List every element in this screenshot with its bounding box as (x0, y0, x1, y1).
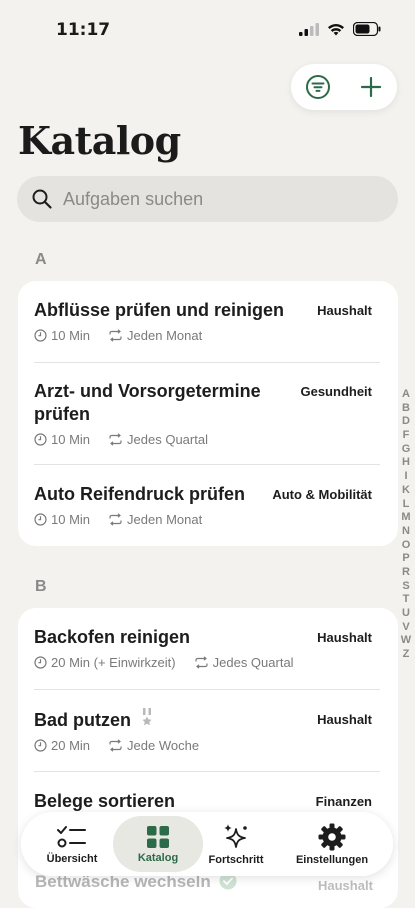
index-letter[interactable]: O (399, 539, 413, 553)
section-header-a: A (35, 251, 47, 268)
item-repeat: Jeden Monat (127, 328, 203, 343)
status-time: 11:17 (56, 20, 111, 40)
repeat-icon (195, 656, 208, 669)
index-letter[interactable]: M (399, 511, 413, 525)
index-letter[interactable]: G (399, 443, 413, 457)
index-letter[interactable]: Z (399, 648, 413, 662)
item-duration: 20 Min (51, 738, 91, 753)
category-tag: Haushalt (317, 712, 372, 727)
index-letter[interactable]: K (399, 484, 413, 498)
checklist-icon (57, 825, 86, 847)
list-item[interactable]: Bad putzen Haushalt 20 Min Jede Woche (34, 708, 382, 753)
item-name: Bad putzen (34, 710, 131, 730)
clock-icon (34, 739, 47, 752)
list-item[interactable]: Auto Reifendruck prüfen Auto & Mobilität… (34, 483, 382, 527)
battery-icon (353, 22, 381, 36)
index-letter[interactable]: P (399, 552, 413, 566)
clock-icon (34, 329, 47, 342)
index-letter[interactable]: H (399, 456, 413, 470)
item-duration: 20 Min (+ Einwirkzeit) (51, 655, 176, 670)
tab-label: Katalog (137, 851, 179, 864)
item-repeat: Jede Woche (127, 738, 200, 753)
gear-icon (318, 823, 346, 850)
clock-icon (34, 513, 47, 526)
medal-icon (142, 708, 152, 726)
clock-icon (34, 433, 47, 446)
repeat-icon (109, 329, 122, 342)
grid-icon (147, 825, 169, 848)
item-meta: 10 Min Jeden Monat (34, 512, 382, 527)
index-letter[interactable]: B (399, 402, 413, 416)
index-letter[interactable]: D (399, 415, 413, 429)
page-title: Katalog (18, 118, 181, 163)
item-repeat: Jedes Quartal (127, 432, 208, 447)
tab-settings[interactable]: Einstellungen (287, 816, 377, 872)
alphabet-index[interactable]: A B D F G H I K L M N O P R S T U V W Z (399, 388, 413, 662)
repeat-icon (109, 513, 122, 526)
search-bar[interactable] (17, 176, 398, 222)
divider (34, 464, 380, 465)
tab-label: Einstellungen (295, 853, 369, 866)
tab-label: Fortschritt (208, 853, 264, 866)
tab-label: Übersicht (46, 852, 98, 865)
status-icons (299, 22, 381, 36)
item-duration: 10 Min (51, 328, 91, 343)
status-bar: 11:17 (0, 0, 415, 60)
repeat-icon (109, 433, 122, 446)
header-actions (291, 64, 397, 110)
repeat-icon (109, 739, 122, 752)
index-letter[interactable]: A (399, 388, 413, 402)
clock-icon (34, 656, 47, 669)
filter-button[interactable] (298, 67, 338, 107)
item-duration: 10 Min (51, 512, 91, 527)
item-duration: 10 Min (51, 432, 91, 447)
list-item[interactable]: Abflüsse prüfen und reinigen Haushalt 10… (34, 299, 382, 343)
divider (34, 689, 380, 690)
tab-overview[interactable]: Übersicht (27, 816, 117, 872)
index-letter[interactable]: T (399, 593, 413, 607)
item-meta: 10 Min Jedes Quartal (34, 432, 382, 447)
index-letter[interactable]: F (399, 429, 413, 443)
tab-catalog[interactable]: Katalog (113, 816, 203, 872)
item-meta: 20 Min (+ Einwirkzeit) Jedes Quartal (34, 655, 382, 670)
category-tag: Auto & Mobilität (272, 487, 372, 502)
category-tag: Haushalt (317, 630, 372, 645)
index-letter[interactable]: V (399, 621, 413, 635)
index-letter[interactable]: S (399, 580, 413, 594)
index-letter[interactable]: I (399, 470, 413, 484)
list-item[interactable]: Belege sortieren Finanzen (34, 790, 382, 813)
item-repeat: Jedes Quartal (212, 655, 294, 670)
category-tag: Finanzen (315, 794, 372, 809)
item-repeat: Jeden Monat (127, 512, 203, 527)
divider (34, 771, 380, 772)
category-tag: Haushalt (317, 303, 372, 318)
item-meta: 10 Min Jeden Monat (34, 328, 382, 343)
filter-icon (305, 75, 330, 99)
index-letter[interactable]: R (399, 566, 413, 580)
wifi-icon (328, 23, 344, 35)
index-letter[interactable]: U (399, 607, 413, 621)
index-letter[interactable]: L (399, 498, 413, 512)
category-tag: Gesundheit (300, 384, 372, 399)
search-icon (32, 189, 52, 209)
tab-progress[interactable]: Fortschritt (191, 816, 281, 872)
list-item[interactable]: Backofen reinigen Haushalt 20 Min (+ Ein… (34, 626, 382, 670)
list-item[interactable]: Arzt- und Vorsorgetermine prüfen Gesundhe… (34, 380, 382, 447)
section-card-a: Abflüsse prüfen und reinigen Haushalt 10… (18, 281, 398, 546)
add-button[interactable] (351, 67, 391, 107)
index-letter[interactable]: W (399, 634, 413, 648)
index-letter[interactable]: N (399, 525, 413, 539)
section-header-b: B (35, 578, 47, 595)
item-meta: 20 Min Jede Woche (34, 738, 382, 753)
sparkles-icon (224, 823, 247, 848)
search-input[interactable] (61, 187, 365, 211)
plus-icon (360, 76, 381, 98)
tab-bar: Übersicht Katalog Fortschritt Einstellun… (21, 812, 393, 876)
category-tag: Haushalt (318, 878, 373, 893)
signal-icon (299, 22, 319, 36)
divider (34, 362, 380, 363)
